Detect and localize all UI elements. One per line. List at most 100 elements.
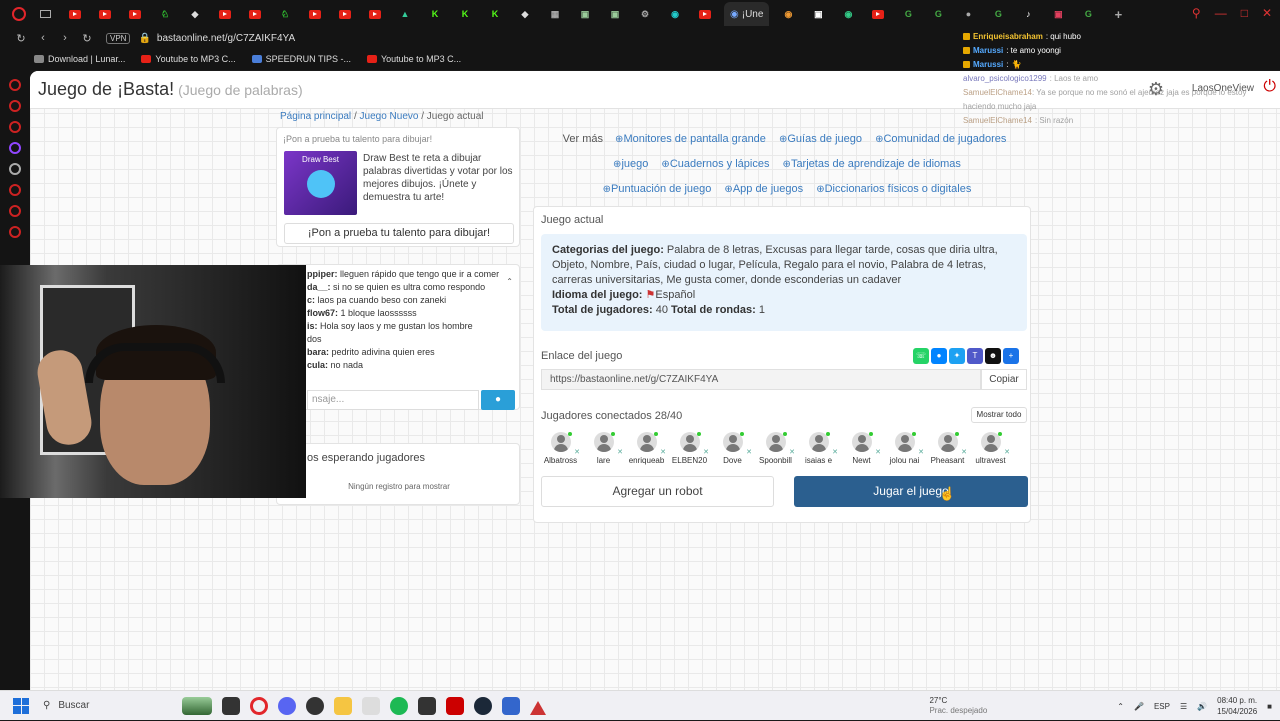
notification-bell-icon[interactable]: ■	[1267, 702, 1272, 711]
tab-app-icon[interactable]: ◉	[664, 3, 686, 25]
taskbar-app-icon[interactable]	[502, 696, 520, 715]
tab-chess-icon[interactable]: ♘	[154, 3, 176, 25]
tab-google-icon[interactable]: G	[987, 3, 1009, 25]
related-link[interactable]: Cuadernos y lápices	[661, 158, 769, 170]
taskbar-opera-icon[interactable]	[250, 696, 268, 715]
related-link[interactable]: App de juegos	[724, 183, 803, 195]
sidebar-opera-icon[interactable]	[9, 79, 21, 91]
tab-kick-icon[interactable]: K	[454, 3, 476, 25]
back-icon[interactable]: ‹	[32, 32, 54, 44]
minimize-icon[interactable]: —	[1215, 6, 1227, 20]
bookmark-item[interactable]: Youtube to MP3 C...	[366, 54, 461, 64]
tab-youtube-icon[interactable]	[64, 3, 86, 25]
twitter-icon[interactable]: ✦	[949, 348, 965, 364]
tab-google-icon[interactable]: G	[927, 3, 949, 25]
player-item[interactable]: ✕ Newt	[840, 432, 883, 465]
tab-google-icon[interactable]: G	[897, 3, 919, 25]
tab-youtube-icon[interactable]	[124, 3, 146, 25]
bookmark-item[interactable]: Youtube to MP3 C...	[141, 54, 236, 64]
power-icon[interactable]: ⏻	[1263, 78, 1276, 96]
url-input[interactable]: bastaonline.net/g/C7ZAIKF4YA	[157, 33, 295, 44]
player-item[interactable]: ✕ Dove	[711, 432, 754, 465]
bookmark-item[interactable]: SPEEDRUN TIPS -...	[251, 54, 351, 64]
taskbar-files-icon[interactable]	[222, 696, 240, 715]
related-link[interactable]: Comunidad de jugadores	[875, 133, 1006, 145]
remove-icon[interactable]: ✕	[574, 448, 580, 456]
player-item[interactable]: ✕ isaias e	[797, 432, 840, 465]
remove-icon[interactable]: ✕	[918, 448, 924, 456]
new-tab-icon[interactable]: +	[1107, 3, 1129, 25]
remove-icon[interactable]: ✕	[703, 448, 709, 456]
sidebar-twitch-icon[interactable]	[9, 142, 21, 154]
language-indicator[interactable]: ESP	[1154, 702, 1170, 711]
taskbar-discord-icon[interactable]	[278, 696, 296, 715]
related-link[interactable]: juego	[613, 158, 648, 170]
sidebar-x-icon[interactable]	[9, 163, 21, 175]
bookmark-item[interactable]: Download | Lunar...	[34, 54, 125, 64]
remove-icon[interactable]: ✕	[1004, 448, 1010, 456]
player-item[interactable]: ✕ Albatross	[539, 432, 582, 465]
tab-app-icon[interactable]: ◉	[837, 3, 859, 25]
remove-icon[interactable]: ✕	[832, 448, 838, 456]
tab-instagram-icon[interactable]: ▣	[1047, 3, 1069, 25]
tab-youtube-icon[interactable]	[304, 3, 326, 25]
related-link[interactable]: Tarjetas de aprendizaje de idiomas	[783, 158, 961, 170]
chat-scrollbar[interactable]: ⌃	[506, 277, 513, 286]
opera-icon[interactable]	[12, 7, 26, 21]
windows-start-icon[interactable]	[13, 697, 29, 714]
player-item[interactable]: ✕ enriqueab	[625, 432, 668, 465]
tab-drive-icon[interactable]: ▲	[394, 3, 416, 25]
search-tabs-icon[interactable]: ⚲	[1192, 6, 1201, 20]
tab-youtube-icon[interactable]	[94, 3, 116, 25]
tab-google-icon[interactable]: G	[1077, 3, 1099, 25]
mic-icon[interactable]: 🎤	[1134, 702, 1144, 711]
promo-image[interactable]: Draw Best	[284, 151, 357, 215]
player-item[interactable]: ✕ ultravest	[969, 432, 1012, 465]
related-link[interactable]: Guías de juego	[779, 133, 862, 145]
taskbar-search[interactable]: ⚲ Buscar	[37, 694, 177, 718]
chevron-up-icon[interactable]: ⌃	[1117, 702, 1124, 711]
tab-gear-icon[interactable]: ⚙	[634, 3, 656, 25]
taskbar-app-icon[interactable]	[530, 697, 546, 715]
related-link[interactable]: Puntuación de juego	[603, 183, 712, 195]
taskbar-app-icon[interactable]	[306, 696, 324, 715]
remove-icon[interactable]: ✕	[746, 448, 752, 456]
tab-app-icon[interactable]: ●	[957, 3, 979, 25]
sidebar-player-icon[interactable]	[9, 184, 21, 196]
maximize-icon[interactable]: □	[1241, 6, 1248, 20]
vpn-badge[interactable]: VPN	[106, 32, 131, 44]
messenger-icon[interactable]: ●	[931, 348, 947, 364]
tab-app-icon[interactable]: ◉	[777, 3, 799, 25]
weather-widget[interactable]: 27°C Prac. despejado	[929, 696, 987, 716]
tab-youtube-icon[interactable]	[334, 3, 356, 25]
copy-button[interactable]: Copiar	[981, 369, 1027, 390]
tab-image-icon[interactable]: ▣	[574, 3, 596, 25]
tab-messenger-icon[interactable]	[34, 3, 56, 25]
volume-icon[interactable]: 🔊	[1197, 702, 1207, 711]
player-item[interactable]: ✕ lare	[582, 432, 625, 465]
sidebar-instagram-icon[interactable]	[9, 121, 21, 133]
taskbar-app-icon[interactable]	[446, 696, 464, 715]
tab-app-icon[interactable]: ◆	[184, 3, 206, 25]
forward-icon[interactable]: ›	[54, 32, 76, 44]
breadcrumb-home[interactable]: Página principal	[280, 111, 351, 122]
taskbar-trees-icon[interactable]	[182, 696, 212, 715]
remove-icon[interactable]: ✕	[617, 448, 623, 456]
tab-app-icon[interactable]: ◆	[514, 3, 536, 25]
whatsapp-icon[interactable]: ☏	[913, 348, 929, 364]
tab-tiktok-icon[interactable]: ♪	[1017, 3, 1039, 25]
play-game-button[interactable]: Jugar el juego	[794, 476, 1028, 507]
chat-input[interactable]: nsaje...	[307, 390, 479, 410]
tab-youtube-icon[interactable]	[214, 3, 236, 25]
player-item[interactable]: ✕ ELBEN20	[668, 432, 711, 465]
tab-kick-icon[interactable]: K	[484, 3, 506, 25]
show-all-button[interactable]: Mostrar todo	[971, 407, 1027, 423]
tab-image-icon[interactable]: ▣	[604, 3, 626, 25]
player-item[interactable]: ✕ Pheasant	[926, 432, 969, 465]
remove-icon[interactable]: ✕	[875, 448, 881, 456]
share-plus-icon[interactable]: +	[1003, 348, 1019, 364]
game-link-input[interactable]: https://bastaonline.net/g/C7ZAIKF4YA	[541, 369, 981, 390]
related-link[interactable]: Monitores de pantalla grande	[615, 133, 766, 145]
send-message-button[interactable]: ●	[481, 390, 515, 410]
snapchat-icon[interactable]: ☻	[985, 348, 1001, 364]
